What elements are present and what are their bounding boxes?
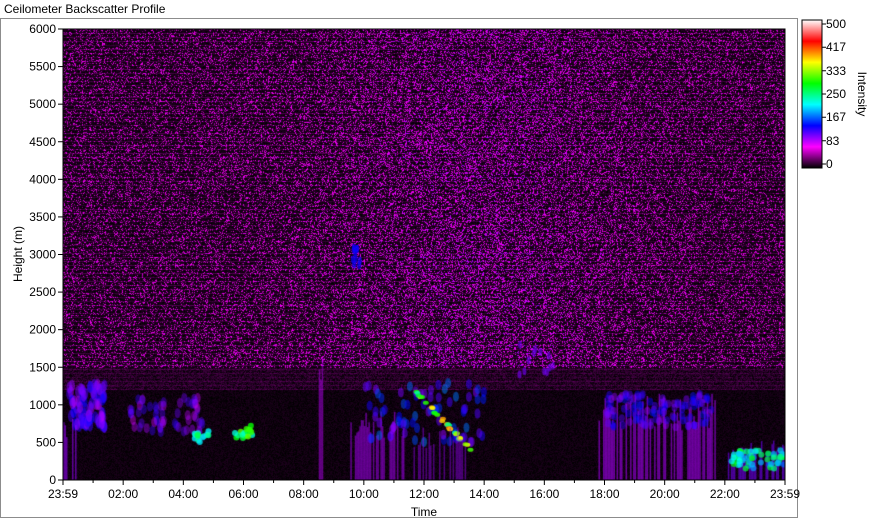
- y-tick-label: 5500: [29, 60, 56, 74]
- colorbar-tick-label: 333: [826, 64, 846, 78]
- colorbar-tick-label: 167: [826, 110, 846, 124]
- y-tick-label: 3000: [29, 248, 56, 262]
- x-tick-label: 20:00: [650, 487, 680, 501]
- x-axis-label: Time: [411, 505, 438, 519]
- y-tick-label: 6000: [29, 22, 56, 36]
- backscatter-chart: 0500100015002000250030003500400045005000…: [11, 17, 869, 519]
- x-tick-label: 08:00: [289, 487, 319, 501]
- x-tick-label: 06:00: [228, 487, 258, 501]
- y-tick-label: 4500: [29, 135, 56, 149]
- x-tick-label: 23:59: [770, 487, 800, 501]
- y-tick-label: 2000: [29, 323, 56, 337]
- y-tick-label: 1500: [29, 360, 56, 374]
- x-tick-label: 04:00: [168, 487, 198, 501]
- y-axis-label: Height (m): [11, 226, 25, 282]
- x-tick-label: 22:00: [710, 487, 740, 501]
- colorbar-label: Intensity: [855, 72, 869, 117]
- x-tick-label: 12:00: [409, 487, 439, 501]
- y-tick-label: 5000: [29, 97, 56, 111]
- colorbar-tick-label: 417: [826, 40, 846, 54]
- y-tick-label: 1000: [29, 398, 56, 412]
- colorbar: [801, 19, 823, 169]
- colorbar-tick-label: 0: [826, 157, 833, 171]
- y-tick-label: 3500: [29, 210, 56, 224]
- y-axis: 0 500 1000 1500 2000 2500 3000 3500 4000 4500 5000…: [29, 22, 63, 487]
- x-tick-label: 10:00: [349, 487, 379, 501]
- colorbar-scale: 0 83 167 250 333 417 500: [822, 17, 846, 171]
- y-tick-label: 2500: [29, 285, 56, 299]
- y-tick-label: 4000: [29, 172, 56, 186]
- y-tick-label: 500: [36, 435, 56, 449]
- x-tick-label: 02:00: [108, 487, 138, 501]
- x-tick-label: 16:00: [529, 487, 559, 501]
- colorbar-tick-label: 250: [826, 87, 846, 101]
- colorbar-tick-label: 500: [826, 17, 846, 31]
- x-axis: 23:59 02:00 04:00 06:00 08:00 10:00 12:00 14:00…: [48, 480, 800, 501]
- x-tick-label: 23:59: [48, 487, 78, 501]
- backscatter-heatmap: [63, 29, 785, 480]
- colorbar-tick-label: 83: [826, 134, 840, 148]
- x-tick-label: 18:00: [589, 487, 619, 501]
- y-tick-label: 0: [49, 473, 56, 487]
- x-tick-label: 14:00: [469, 487, 499, 501]
